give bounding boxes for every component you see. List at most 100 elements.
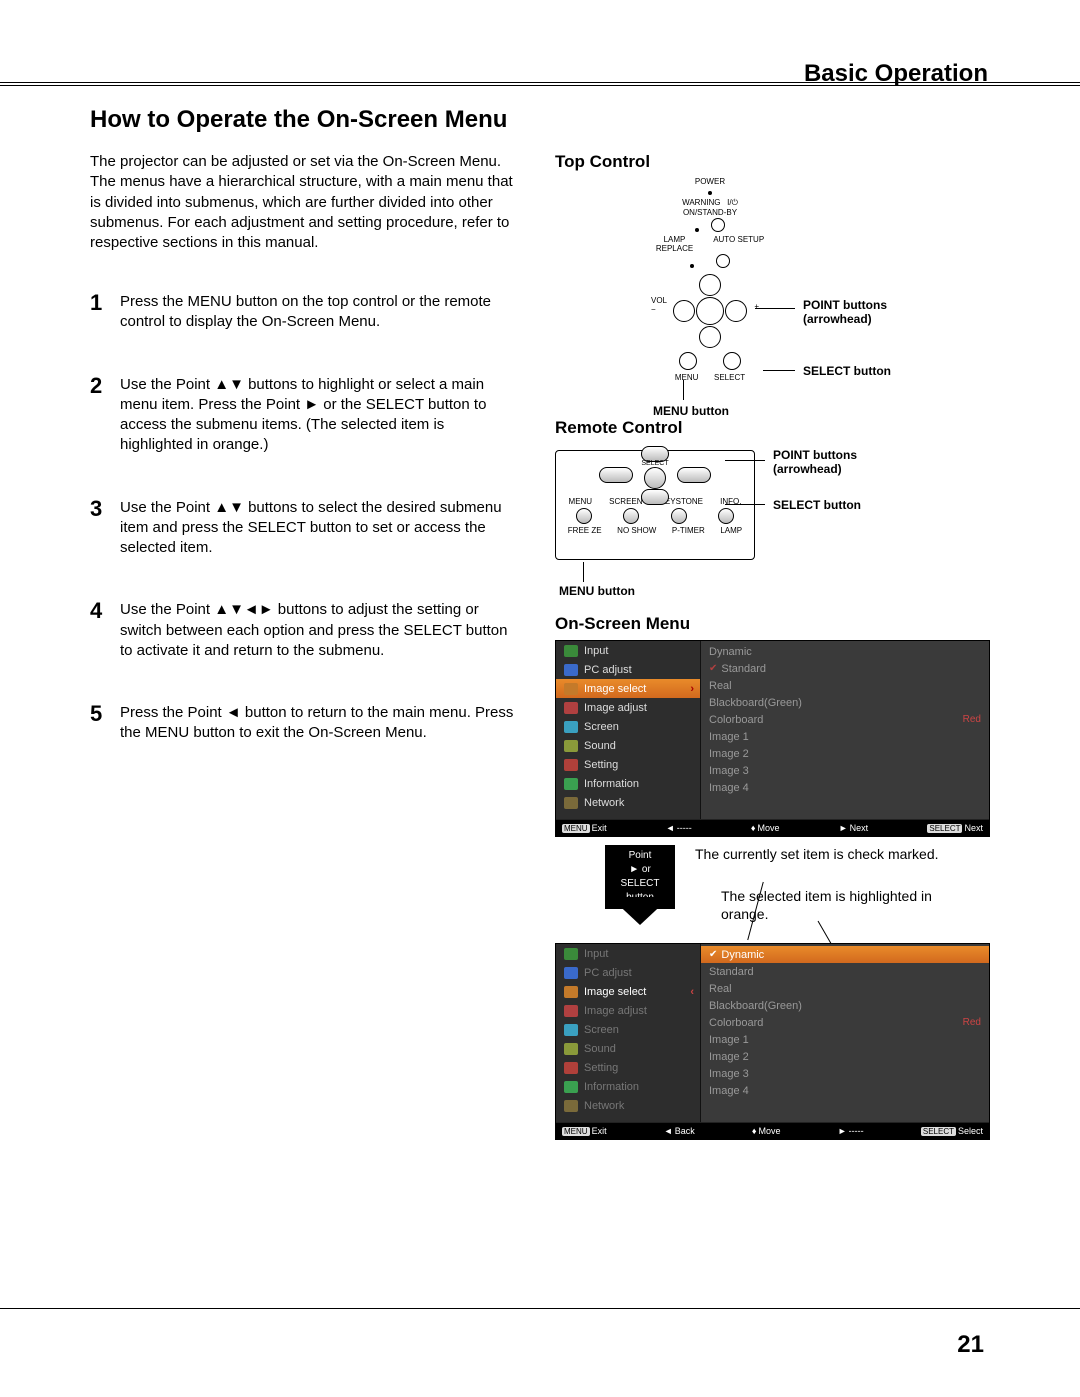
menu-image-select[interactable]: Image select‹	[556, 982, 700, 1001]
remote-down-button[interactable]	[641, 489, 669, 505]
vol-plus-label: +	[754, 302, 759, 311]
sound-icon	[564, 1043, 578, 1055]
menu-image-adjust[interactable]: Image adjust	[556, 698, 700, 717]
menu-screen[interactable]: Screen	[556, 717, 700, 736]
menu-label: MENU	[675, 373, 699, 382]
opt-standard[interactable]: ✔Standard	[701, 660, 989, 677]
opt-image2[interactable]: Image 2	[701, 1048, 989, 1065]
menu-sound[interactable]: Sound	[556, 736, 700, 755]
remote-keystone-button[interactable]	[671, 508, 687, 524]
select-button-callout: SELECT button	[803, 364, 891, 378]
remote-freeze-label: FREE ZE	[568, 526, 602, 535]
step-text: Use the Point ▲▼◄► buttons to adjust the…	[120, 598, 520, 661]
sound-icon	[564, 740, 578, 752]
opt-image3[interactable]: Image 3	[701, 1065, 989, 1082]
point-down-button[interactable]	[699, 326, 721, 348]
opt-image1[interactable]: Image 1	[701, 728, 989, 745]
menu-pc-adjust[interactable]: PC adjust	[556, 963, 700, 982]
menu-screen[interactable]: Screen	[556, 1020, 700, 1039]
menu-setting[interactable]: Setting	[556, 755, 700, 774]
remote-noshow-label: NO SHOW	[617, 526, 656, 535]
input-icon	[564, 948, 578, 960]
opt-blackboard[interactable]: Blackboard(Green)	[701, 997, 989, 1014]
select-button[interactable]	[696, 297, 724, 325]
osm-submenu-2: ✔Dynamic Standard Real Blackboard(Green)…	[701, 944, 989, 1122]
right-column: Top Control POWER WARNING I/⏻ ON/STAND-B…	[555, 152, 990, 1140]
screen-icon	[564, 1024, 578, 1036]
remote-menu-label: MENU	[569, 497, 593, 506]
opt-image4[interactable]: Image 4	[701, 1082, 989, 1099]
dpad: VOL− +	[673, 274, 747, 348]
menu-pc-adjust[interactable]: PC adjust	[556, 660, 700, 679]
down-arrow-icon	[610, 897, 670, 925]
step-4: 4 Use the Point ▲▼◄► buttons to adjust t…	[90, 598, 520, 661]
setting-icon	[564, 759, 578, 771]
opt-colorboard[interactable]: ColorboardRed	[701, 711, 989, 728]
menu-input[interactable]: Input	[556, 944, 700, 963]
step-number: 5	[90, 701, 120, 744]
image-select-icon	[564, 683, 578, 695]
network-icon	[564, 797, 578, 809]
setting-icon	[564, 1062, 578, 1074]
power-label: POWER	[625, 178, 795, 187]
step-3: 3 Use the Point ▲▼ buttons to select the…	[90, 496, 520, 559]
remote-select-label: SELECT	[641, 460, 668, 467]
menu-setting[interactable]: Setting	[556, 1058, 700, 1077]
steps-list: 1 Press the MENU button on the top contr…	[90, 290, 520, 784]
image-adjust-icon	[564, 702, 578, 714]
autosetup-label: AUTO SETUP	[713, 235, 764, 253]
menu-network[interactable]: Network	[556, 793, 700, 812]
remote-ptimer-label: P-TIMER	[672, 526, 705, 535]
remote-info-button[interactable]	[718, 508, 734, 524]
opt-standard[interactable]: Standard	[701, 963, 989, 980]
remote-control-diagram: SELECT MENU SCREEN KEYSTONE INFO. FREE Z…	[555, 444, 990, 614]
chevron-left-icon: ‹	[690, 986, 694, 998]
step-1: 1 Press the MENU button on the top contr…	[90, 290, 520, 333]
opt-real[interactable]: Real	[701, 980, 989, 997]
check-icon: ✔	[709, 663, 717, 674]
opt-blackboard[interactable]: Blackboard(Green)	[701, 694, 989, 711]
chevron-right-icon: ›	[690, 683, 694, 695]
menu-image-select[interactable]: Image select›	[556, 679, 700, 698]
osm-panel-2: Input PC adjust Image select‹ Image adju…	[555, 943, 990, 1140]
point-left-button[interactable]	[673, 300, 695, 322]
select-label: SELECT	[714, 373, 745, 382]
menu-information[interactable]: Information	[556, 1077, 700, 1096]
header-rule-2	[0, 85, 1080, 86]
check-icon: ✔	[709, 949, 717, 960]
remote-menu-callout: MENU button	[559, 584, 635, 598]
point-right-button[interactable]	[725, 300, 747, 322]
remote-select-button[interactable]	[644, 467, 666, 489]
remote-right-button[interactable]	[677, 467, 711, 483]
select-key-icon: SELECT	[921, 1127, 956, 1136]
info-icon	[564, 1081, 578, 1093]
opt-dynamic[interactable]: Dynamic	[701, 643, 989, 660]
header-rule-1	[0, 82, 1080, 83]
warning-label: WARNING	[682, 198, 720, 207]
opt-dynamic[interactable]: ✔Dynamic	[701, 946, 989, 963]
select-bottom-button[interactable]	[723, 352, 741, 370]
onstandby-label: ON/STAND-BY	[683, 208, 737, 217]
remote-screen-button[interactable]	[623, 508, 639, 524]
menu-image-adjust[interactable]: Image adjust	[556, 1001, 700, 1020]
opt-colorboard[interactable]: ColorboardRed	[701, 1014, 989, 1031]
menu-network[interactable]: Network	[556, 1096, 700, 1115]
remote-left-button[interactable]	[599, 467, 633, 483]
menu-button[interactable]	[679, 352, 697, 370]
image-adjust-icon	[564, 1005, 578, 1017]
opt-image1[interactable]: Image 1	[701, 1031, 989, 1048]
top-control-diagram: POWER WARNING I/⏻ ON/STAND-BY LAMP REPLA…	[555, 178, 990, 418]
opt-image2[interactable]: Image 2	[701, 745, 989, 762]
step-text: Press the MENU button on the top control…	[120, 290, 520, 333]
menu-sound[interactable]: Sound	[556, 1039, 700, 1058]
opt-image4[interactable]: Image 4	[701, 779, 989, 796]
input-icon	[564, 645, 578, 657]
point-up-button[interactable]	[699, 274, 721, 296]
opt-image3[interactable]: Image 3	[701, 762, 989, 779]
colorboard-badge: Red	[963, 1017, 981, 1028]
menu-information[interactable]: Information	[556, 774, 700, 793]
remote-menu-button[interactable]	[576, 508, 592, 524]
menu-input[interactable]: Input	[556, 641, 700, 660]
opt-real[interactable]: Real	[701, 677, 989, 694]
step-text: Use the Point ▲▼ buttons to highlight or…	[120, 373, 520, 456]
